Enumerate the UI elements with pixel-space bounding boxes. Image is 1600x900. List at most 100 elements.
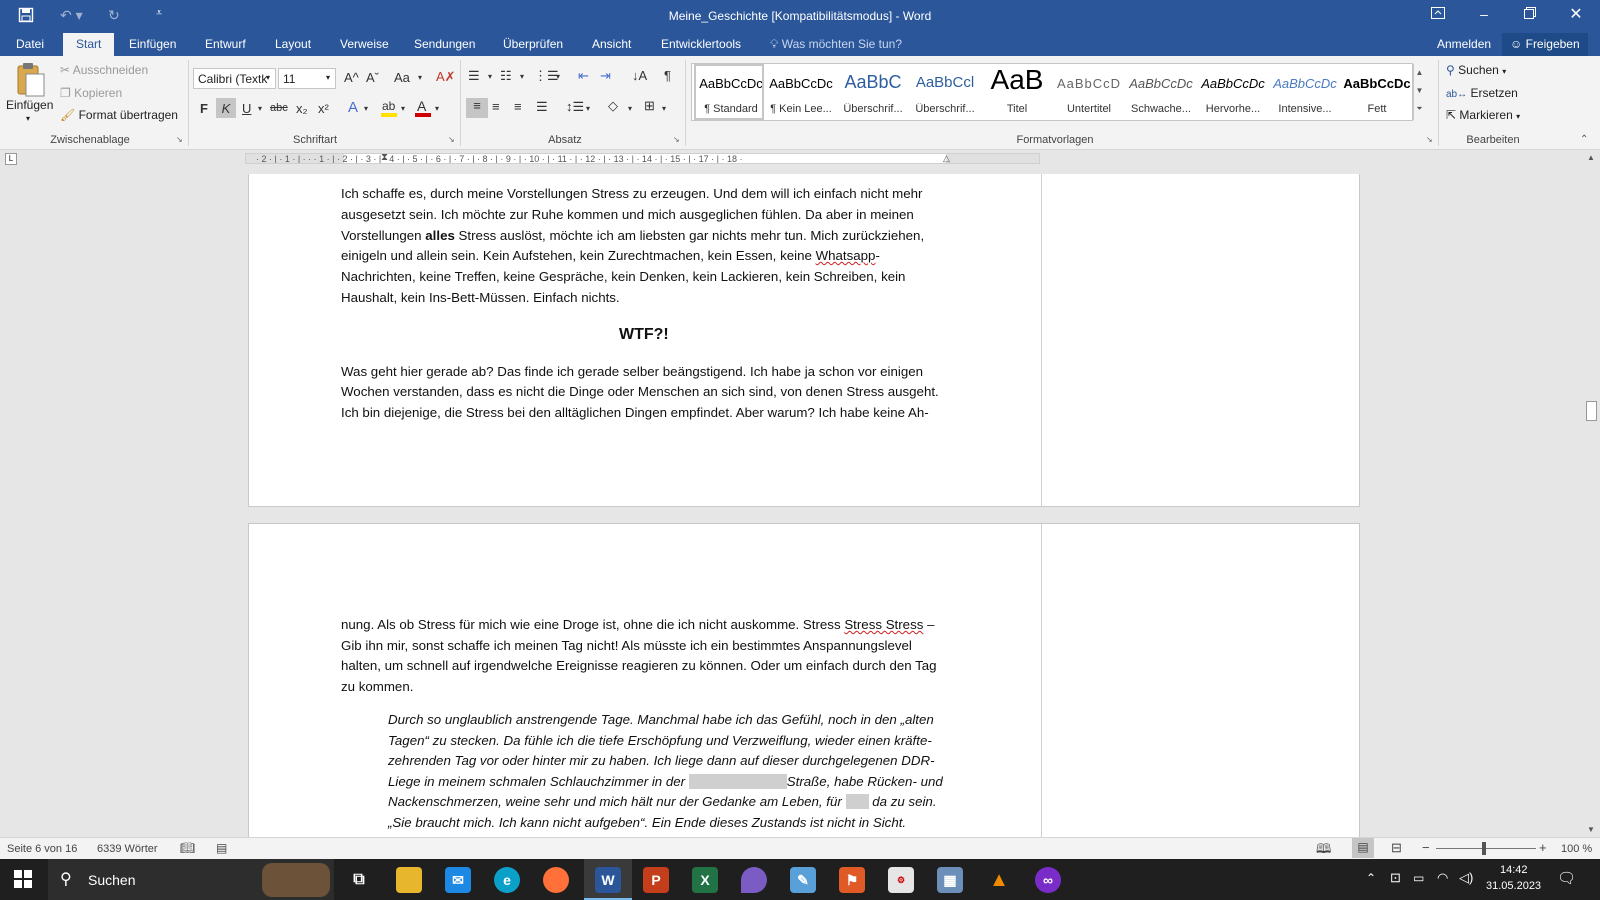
file-explorer-icon[interactable] bbox=[396, 867, 422, 893]
text-effects-dropdown-icon[interactable]: ▾ bbox=[364, 104, 368, 113]
shading-icon[interactable]: ◇ bbox=[608, 98, 618, 114]
strikethrough-button[interactable]: abc bbox=[270, 102, 288, 114]
notification-icon[interactable]: 🗨︎ bbox=[1557, 869, 1576, 887]
find-dropdown-icon[interactable]: ▾ bbox=[1502, 67, 1506, 76]
clipboard-icon[interactable] bbox=[10, 62, 50, 98]
scroll-up-icon[interactable]: ▲ bbox=[1587, 153, 1595, 162]
shrink-font-icon[interactable]: Aˇ bbox=[366, 70, 379, 85]
borders-dropdown-icon[interactable]: ▾ bbox=[662, 104, 666, 113]
indent-marker-icon[interactable]: ⧗ bbox=[381, 154, 388, 163]
doc-line[interactable]: zu kommen. bbox=[341, 679, 413, 694]
underline-dropdown-icon[interactable]: ▾ bbox=[258, 104, 262, 113]
gallery-scroll[interactable]: ▲ ▼ ⏷ bbox=[1413, 64, 1425, 120]
highlight-icon[interactable]: ab bbox=[380, 98, 398, 121]
font-color-icon[interactable]: A bbox=[414, 98, 432, 121]
macro-record-icon[interactable]: ▤ bbox=[216, 841, 227, 855]
word-taskbar-button[interactable]: W bbox=[584, 859, 632, 900]
clear-formatting-icon[interactable]: A✗ bbox=[436, 69, 456, 85]
tab-datei[interactable]: Datei bbox=[16, 37, 44, 51]
doc-line[interactable]: einigeln und allein sein. Kein Aufstehen… bbox=[341, 248, 880, 263]
vlc-icon[interactable]: ▲ bbox=[986, 867, 1012, 893]
gallery-down-icon[interactable]: ▼ bbox=[1414, 82, 1425, 100]
doc-line[interactable]: Ich bin diejenige, die Stress bei den al… bbox=[341, 405, 929, 420]
mail-icon[interactable]: ✉ bbox=[445, 867, 471, 893]
multilevel-dropdown-icon[interactable]: ▾ bbox=[556, 72, 560, 81]
style-ueberschrift-2[interactable]: AaBbCcl Überschrif... bbox=[910, 64, 980, 120]
superscript-button[interactable]: x² bbox=[318, 101, 329, 116]
sign-in-link[interactable]: Anmelden bbox=[1437, 37, 1491, 51]
bullets-icon[interactable]: ☰ bbox=[468, 68, 480, 84]
clipboard-launcher-icon[interactable]: ↘ bbox=[176, 135, 183, 144]
font-name-dropdown-icon[interactable]: ▾ bbox=[266, 73, 270, 82]
numbering-icon[interactable]: ☷ bbox=[500, 68, 512, 84]
doc-line[interactable]: Haushalt, kein Ins-Bett-Müssen. Einfach … bbox=[341, 290, 620, 305]
calculator-icon[interactable]: ▦ bbox=[937, 867, 963, 893]
sort-icon[interactable]: ↓A bbox=[632, 68, 647, 83]
photo-icon[interactable]: ⚑ bbox=[839, 867, 865, 893]
style-titel[interactable]: AaB Titel bbox=[982, 64, 1052, 120]
tab-ueberpruefen[interactable]: Überprüfen bbox=[503, 37, 563, 51]
firefox-icon[interactable] bbox=[543, 867, 569, 893]
tab-entwicklertools[interactable]: Entwicklertools bbox=[661, 37, 741, 51]
spelling-error[interactable]: Whatsapp bbox=[816, 248, 876, 263]
battery-icon[interactable]: ▭ bbox=[1413, 871, 1424, 885]
subscript-button[interactable]: x₂ bbox=[296, 101, 308, 116]
restore-icon[interactable] bbox=[1520, 6, 1540, 22]
quote-line[interactable]: Durch so unglaublich anstrengende Tage. … bbox=[388, 712, 934, 727]
vertical-scrollbar[interactable]: ▲ ▼ bbox=[1583, 153, 1600, 837]
tab-entwurf[interactable]: Entwurf bbox=[205, 37, 246, 51]
style-intensive-hervorhebung[interactable]: AaBbCcDc Intensive... bbox=[1270, 64, 1340, 120]
text-effects-icon[interactable]: A bbox=[348, 99, 358, 116]
windows-start-icon[interactable] bbox=[14, 870, 32, 891]
collapse-ribbon-icon[interactable]: ⌃ bbox=[1580, 134, 1588, 145]
powerpoint-icon[interactable]: P bbox=[643, 867, 669, 893]
shading-dropdown-icon[interactable]: ▾ bbox=[628, 104, 632, 113]
grow-font-icon[interactable]: A^ bbox=[344, 70, 359, 85]
paste-button[interactable]: Einfügen bbox=[6, 98, 53, 112]
select-button[interactable]: ⇱ Markieren ▾ bbox=[1446, 108, 1520, 122]
edge-icon[interactable]: e bbox=[494, 867, 520, 893]
word-count[interactable]: 6339 Wörter bbox=[97, 843, 158, 855]
select-dropdown-icon[interactable]: ▾ bbox=[1516, 112, 1520, 121]
justify-icon[interactable]: ☰ bbox=[536, 99, 548, 115]
increase-indent-icon[interactable]: ⇥ bbox=[600, 68, 611, 84]
proofing-icon[interactable]: 📖︎ bbox=[180, 841, 195, 855]
replace-button[interactable]: ab↔ Ersetzen bbox=[1446, 86, 1518, 100]
paint-icon[interactable]: ✎ bbox=[790, 867, 816, 893]
line-spacing-icon[interactable]: ↕☰ bbox=[566, 99, 584, 115]
quote-line[interactable]: Liege in meinem schmalen Schlauchzimmer … bbox=[388, 774, 943, 789]
quote-line[interactable]: zehrenden Tag vor oder hinter mir zu hab… bbox=[388, 753, 935, 768]
font-size-dropdown-icon[interactable]: ▾ bbox=[326, 73, 330, 82]
device-icon[interactable]: ⊡ bbox=[1390, 870, 1401, 886]
tab-selector-icon[interactable]: L bbox=[5, 153, 17, 165]
numbering-dropdown-icon[interactable]: ▾ bbox=[520, 72, 524, 81]
change-case-icon[interactable]: Aa bbox=[394, 70, 410, 85]
font-launcher-icon[interactable]: ↘ bbox=[448, 135, 455, 144]
minimize-icon[interactable]: – bbox=[1474, 6, 1494, 22]
decrease-indent-icon[interactable]: ⇤ bbox=[578, 68, 589, 84]
borders-icon[interactable]: ⊞ bbox=[644, 98, 655, 114]
tab-sendungen[interactable]: Sendungen bbox=[414, 37, 475, 51]
task-view-icon[interactable]: ⧉ bbox=[346, 867, 372, 893]
doc-line[interactable]: halten, um schnell auf irgendwelche Erei… bbox=[341, 658, 937, 673]
style-fett[interactable]: AaBbCcDc Fett bbox=[1342, 64, 1412, 120]
style-hervorhebung[interactable]: AaBbCcDc Hervorhe... bbox=[1198, 64, 1268, 120]
taskbar-search-box[interactable]: ⚲ Suchen bbox=[48, 859, 334, 900]
clock-time[interactable]: 14:42 bbox=[1500, 864, 1528, 876]
right-indent-marker-icon[interactable]: △ bbox=[943, 154, 950, 163]
line-spacing-dropdown-icon[interactable]: ▾ bbox=[586, 104, 590, 113]
scroll-thumb[interactable] bbox=[1586, 401, 1597, 421]
web-layout-icon[interactable]: ⊟ bbox=[1391, 840, 1402, 856]
bullets-dropdown-icon[interactable]: ▾ bbox=[488, 72, 492, 81]
zoom-out-button[interactable]: − bbox=[1422, 840, 1430, 855]
overwolf-icon[interactable]: ∞ bbox=[1035, 867, 1061, 893]
tab-einfuegen[interactable]: Einfügen bbox=[129, 37, 176, 51]
excel-icon[interactable]: X bbox=[692, 867, 718, 893]
cut-button[interactable]: ✂ Ausschneiden bbox=[60, 63, 148, 77]
copy-button[interactable]: ❐ Kopieren bbox=[60, 86, 122, 100]
find-button[interactable]: ⚲ Suchen ▾ bbox=[1446, 63, 1506, 77]
doc-line[interactable]: ausgesetzt sein. Ich möchte zur Ruhe kom… bbox=[341, 207, 914, 222]
affinity-icon[interactable] bbox=[741, 867, 767, 893]
share-button[interactable]: ☺ Freigeben bbox=[1502, 33, 1588, 56]
tab-ansicht[interactable]: Ansicht bbox=[592, 37, 631, 51]
